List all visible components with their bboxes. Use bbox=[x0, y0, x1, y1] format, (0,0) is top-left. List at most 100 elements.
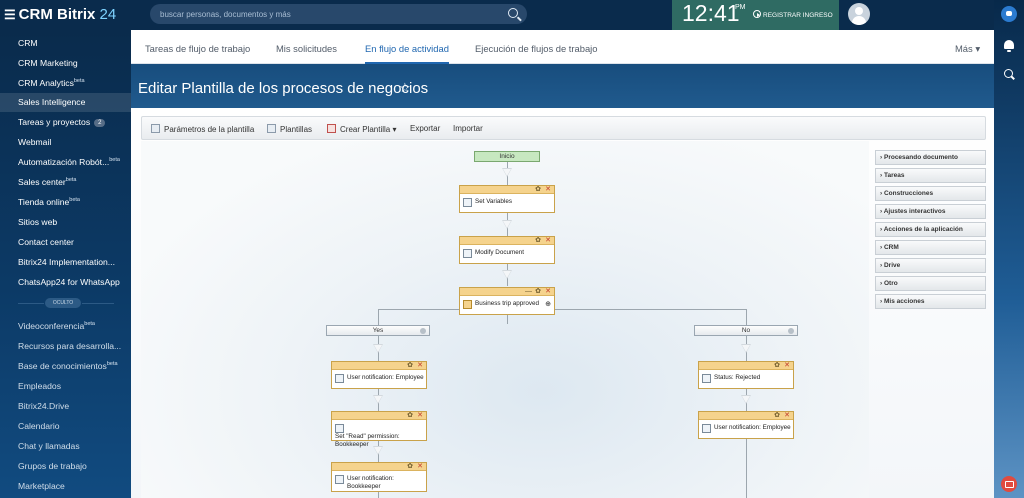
search-input[interactable]: buscar personas, documentos y más bbox=[150, 4, 527, 24]
node-label: Set "Read" permission: Bookkeeper bbox=[335, 433, 400, 448]
activity-group-constructions[interactable]: › Construcciones bbox=[875, 186, 986, 201]
menu-icon[interactable]: ☰ bbox=[4, 7, 16, 22]
branch-menu-icon[interactable] bbox=[788, 328, 794, 334]
close-icon[interactable]: ✕ bbox=[784, 411, 790, 420]
close-icon[interactable]: ✕ bbox=[545, 287, 551, 296]
activity-group-document[interactable]: › Procesando documento bbox=[875, 150, 986, 165]
logo[interactable]: ☰ CRM Bitrix 24 bbox=[4, 6, 116, 23]
page-title: Editar Plantilla de los procesos de nego… bbox=[138, 80, 429, 97]
play-icon bbox=[753, 10, 761, 18]
sidebar-item-sales-intelligence[interactable]: Sales Intelligence bbox=[0, 93, 131, 112]
sidebar-item-knowledge-base[interactable]: Base de conocimientosbeta bbox=[0, 357, 131, 376]
templates-button[interactable]: Plantillas bbox=[267, 124, 312, 134]
activity-label: Procesando documento bbox=[883, 154, 959, 161]
sidebar-item-chatsapp[interactable]: ChatsApp24 for WhatsApp bbox=[0, 273, 131, 292]
sidebar-item-drive[interactable]: Bitrix24.Drive bbox=[0, 397, 131, 416]
yes-notify-employee-node[interactable]: ✿ ✕ User notification: Employee bbox=[331, 361, 427, 389]
activity-group-other[interactable]: › Otro bbox=[875, 276, 986, 291]
gear-icon[interactable]: ✿ bbox=[774, 361, 780, 370]
gear-icon[interactable]: ✿ bbox=[774, 411, 780, 420]
close-icon[interactable]: ✕ bbox=[545, 236, 551, 245]
sidebar-item-contact-center[interactable]: Contact center bbox=[0, 233, 131, 252]
sidebar-item-videoconference[interactable]: Videoconferenciabeta bbox=[0, 317, 131, 336]
sidebar-item-crm-marketing[interactable]: CRM Marketing bbox=[0, 54, 131, 73]
condition-node[interactable]: — ✿ ✕ Business trip approved ⊕ bbox=[459, 287, 555, 315]
gear-icon[interactable]: ✿ bbox=[535, 236, 541, 245]
sidebar-item-online-store[interactable]: Tienda onlinebeta bbox=[0, 193, 131, 212]
gear-icon[interactable]: ✿ bbox=[535, 185, 541, 194]
create-template-button[interactable]: Crear Plantilla ▾ bbox=[327, 124, 397, 134]
activity-label: Ajustes interactivos bbox=[883, 208, 946, 215]
gear-icon[interactable]: ✿ bbox=[407, 411, 413, 420]
node-label: User notification: Employee bbox=[347, 374, 424, 381]
modify-document-node[interactable]: ✿ ✕ Modify Document bbox=[459, 236, 555, 264]
search-icon[interactable] bbox=[1001, 66, 1017, 82]
chat-icon[interactable] bbox=[1001, 6, 1017, 22]
bell-icon[interactable] bbox=[1001, 38, 1017, 54]
set-variables-node[interactable]: ✿ ✕ Set Variables bbox=[459, 185, 555, 213]
sidebar-item-implementation[interactable]: Bitrix24 Implementation... bbox=[0, 253, 131, 272]
activity-label: Otro bbox=[883, 280, 898, 287]
exit-icon[interactable] bbox=[1001, 476, 1017, 492]
arrow-down-icon bbox=[502, 220, 512, 229]
sidebar-item-marketplace[interactable]: Marketplace bbox=[0, 477, 131, 496]
tab-running-workflows[interactable]: Ejecución de flujos de trabajo bbox=[475, 30, 597, 64]
sidebar-item-workgroups[interactable]: Grupos de trabajo bbox=[0, 457, 131, 476]
activity-group-drive[interactable]: › Drive bbox=[875, 258, 986, 273]
start-node[interactable]: Inicio bbox=[474, 151, 540, 162]
hidden-separator[interactable]: OCULTO bbox=[45, 298, 81, 308]
node-label: Modify Document bbox=[475, 249, 524, 256]
activity-group-tasks[interactable]: › Tareas bbox=[875, 168, 986, 183]
activity-group-crm[interactable]: › CRM bbox=[875, 240, 986, 255]
gear-icon[interactable]: ✿ bbox=[535, 287, 541, 296]
sidebar-item-crm[interactable]: CRM bbox=[0, 34, 131, 53]
branch-no[interactable]: No bbox=[694, 325, 798, 336]
sidebar-item-calendar[interactable]: Calendario bbox=[0, 417, 131, 436]
tab-my-requests[interactable]: Mis solicitudes bbox=[276, 30, 337, 64]
close-icon[interactable]: ✕ bbox=[417, 411, 423, 420]
search-icon[interactable] bbox=[508, 8, 518, 18]
sidebar-item-sites[interactable]: Sitios web bbox=[0, 213, 131, 232]
close-icon[interactable]: ✕ bbox=[417, 462, 423, 471]
yes-notify-bookkeeper-node[interactable]: ✿ ✕ User notification: Bookkeeper bbox=[331, 462, 427, 492]
sidebar-item-crm-analytics[interactable]: CRM Analyticsbeta bbox=[0, 74, 131, 93]
tab-workflow-tasks[interactable]: Tareas de flujo de trabajo bbox=[145, 30, 250, 64]
sidebar-item-employees[interactable]: Empleados bbox=[0, 377, 131, 396]
close-icon[interactable]: ✕ bbox=[417, 361, 423, 370]
close-icon[interactable]: ✕ bbox=[784, 361, 790, 370]
export-button[interactable]: Exportar bbox=[410, 124, 440, 133]
avatar[interactable] bbox=[848, 3, 870, 25]
no-notify-employee-node[interactable]: ✿ ✕ User notification: Employee bbox=[698, 411, 794, 439]
activity-group-interactive[interactable]: › Ajustes interactivos bbox=[875, 204, 986, 219]
minimize-icon[interactable]: — bbox=[525, 287, 532, 296]
activity-label: CRM bbox=[883, 244, 899, 251]
tab-activity-stream[interactable]: En flujo de actividad bbox=[365, 30, 449, 64]
activity-group-app-actions[interactable]: › Acciones de la aplicación bbox=[875, 222, 986, 237]
counter-badge: 2 bbox=[94, 119, 106, 127]
sidebar-item-automation[interactable]: Automatización Robót...beta bbox=[0, 153, 131, 172]
checkin-button[interactable]: REGISTRAR INGRESO bbox=[753, 10, 833, 19]
yes-set-permission-node[interactable]: ✿ ✕ Set "Read" permission: Bookkeeper bbox=[331, 411, 427, 448]
activity-group-my-actions[interactable]: › Mis acciones bbox=[875, 294, 986, 309]
star-icon[interactable]: ☆ bbox=[399, 80, 411, 96]
sidebar-item-webmail[interactable]: Webmail bbox=[0, 133, 131, 152]
branch-yes[interactable]: Yes bbox=[326, 325, 430, 336]
sidebar-item-sales-center[interactable]: Sales centerbeta bbox=[0, 173, 131, 192]
close-icon[interactable]: ✕ bbox=[545, 185, 551, 194]
gear-icon[interactable]: ✿ bbox=[407, 462, 413, 471]
template-params-button[interactable]: Parámetros de la plantilla bbox=[151, 124, 254, 134]
sidebar-item-tasks[interactable]: Tareas y proyectos 2 bbox=[0, 113, 131, 132]
clock-widget[interactable]: 12:41 PM REGISTRAR INGRESO bbox=[672, 0, 839, 30]
import-button[interactable]: Importar bbox=[453, 124, 483, 133]
branch-menu-icon[interactable] bbox=[420, 328, 426, 334]
chevron-down-icon: ▾ bbox=[975, 43, 981, 54]
no-status-node[interactable]: ✿ ✕ Status: Rejected bbox=[698, 361, 794, 389]
separator-line bbox=[18, 303, 44, 304]
gear-icon[interactable]: ✿ bbox=[407, 361, 413, 370]
sidebar-item-dev-resources[interactable]: Recursos para desarrolla... bbox=[0, 337, 131, 356]
create-template-label: Crear Plantilla bbox=[340, 125, 391, 134]
tab-more[interactable]: Más ▾ bbox=[955, 30, 980, 64]
sidebar-item-label: Bitrix24.Drive bbox=[18, 401, 70, 411]
add-branch-icon[interactable]: ⊕ bbox=[545, 300, 551, 308]
sidebar-item-chat[interactable]: Chat y llamadas bbox=[0, 437, 131, 456]
